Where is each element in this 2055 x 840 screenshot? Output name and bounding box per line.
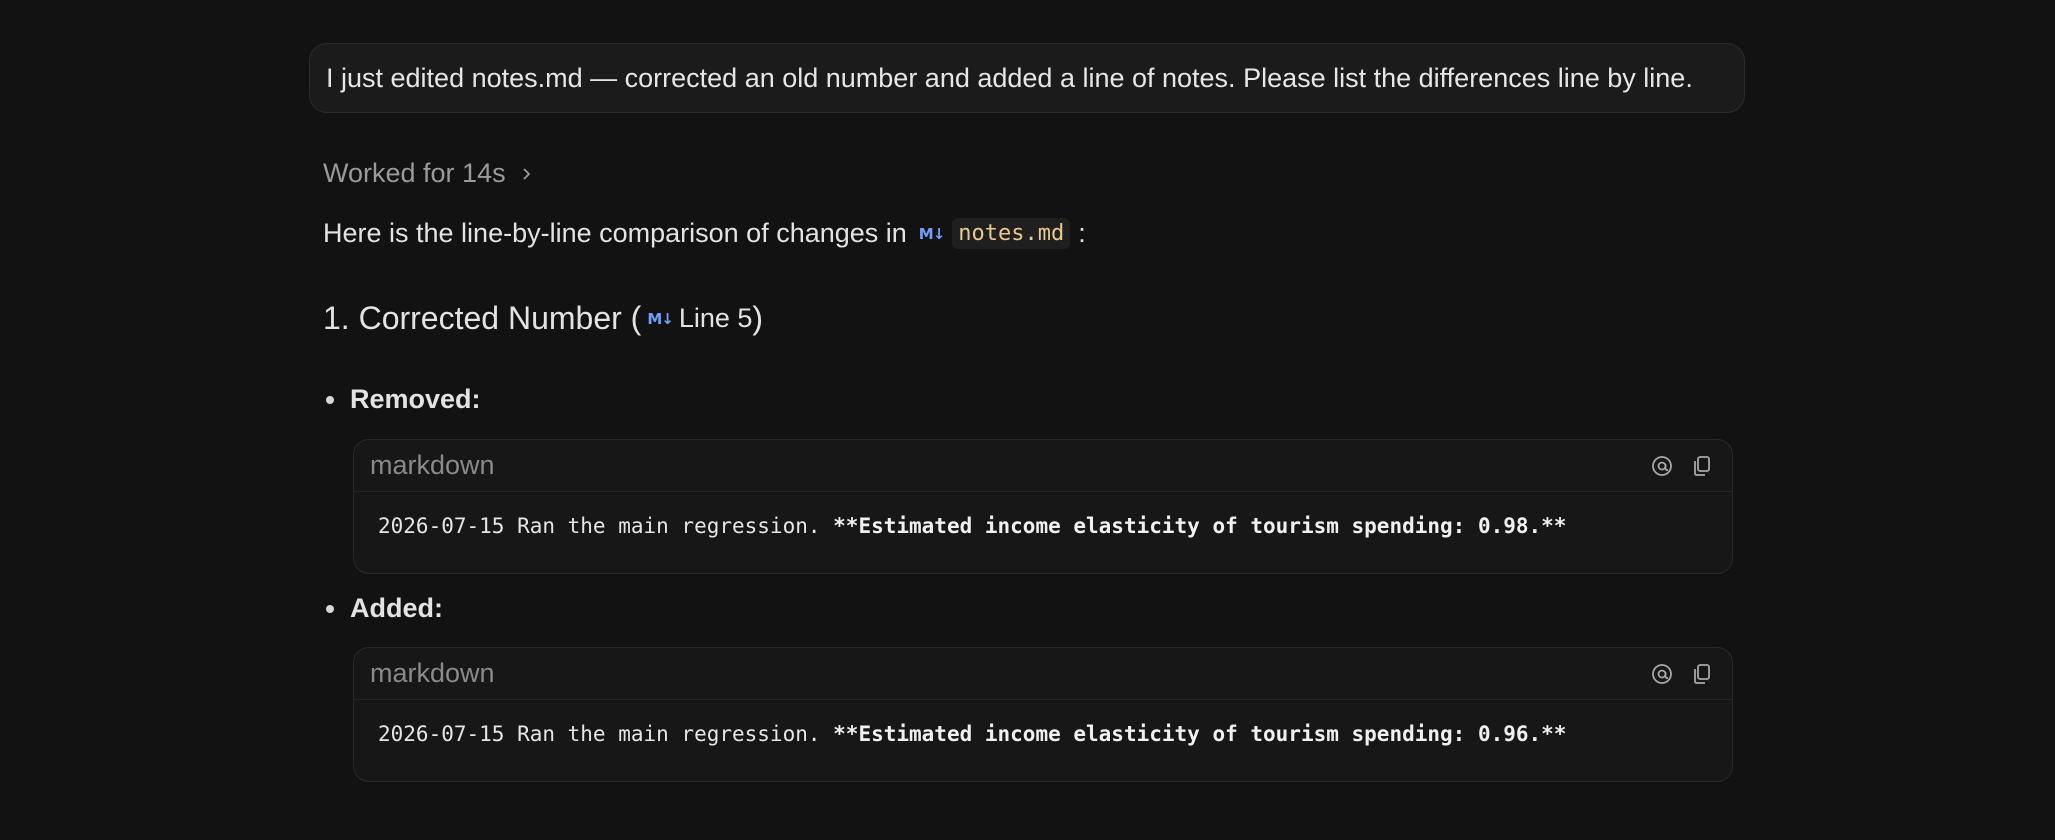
- code-block-removed: markdown 2026-07-15 Ran the main regress…: [353, 439, 1733, 574]
- removed-label: Removed:: [350, 384, 481, 414]
- code-line-prefix: 2026-07-15 Ran the main regression.: [378, 722, 834, 746]
- intro-paragraph: Here is the line-by-line comparison of c…: [323, 218, 1086, 249]
- mention-icon[interactable]: [1650, 662, 1674, 686]
- code-block-header: markdown: [354, 440, 1732, 492]
- code-content: 2026-07-15 Ran the main regression. **Es…: [354, 700, 1732, 746]
- code-language-label: markdown: [370, 658, 495, 688]
- code-block-header: markdown: [354, 648, 1732, 700]
- list-item-added: Added:: [326, 593, 443, 624]
- code-line-bold: **Estimated income elasticity of tourism…: [833, 514, 1567, 538]
- code-content: 2026-07-15 Ran the main regression. **Es…: [354, 492, 1732, 538]
- code-language-label: markdown: [370, 450, 495, 480]
- code-actions: [1650, 454, 1714, 478]
- chat-view: I just edited notes.md — corrected an ol…: [0, 0, 2055, 840]
- copy-icon[interactable]: [1690, 454, 1714, 478]
- section-title: 1. Corrected Number (: [323, 300, 642, 336]
- section-close-paren: ): [752, 300, 764, 336]
- markdown-file-icon: M↓: [918, 224, 945, 243]
- file-name-chip[interactable]: notes.md: [952, 218, 1071, 249]
- intro-suffix: :: [1078, 218, 1086, 248]
- section-heading: 1. Corrected Number ( M↓ Line 5 ): [323, 300, 763, 337]
- mention-icon[interactable]: [1650, 454, 1674, 478]
- worked-for-toggle[interactable]: Worked for 14s: [323, 158, 534, 189]
- chevron-right-icon: [520, 161, 534, 187]
- list-item-removed: Removed:: [326, 384, 481, 415]
- markdown-file-icon: M↓: [647, 309, 673, 328]
- code-block-added: markdown 2026-07-15 Ran the main regress…: [353, 647, 1733, 782]
- added-label: Added:: [350, 593, 443, 623]
- code-actions: [1650, 662, 1714, 686]
- code-line-bold: **Estimated income elasticity of tourism…: [833, 722, 1567, 746]
- line-reference[interactable]: Line 5: [679, 303, 753, 334]
- code-line-prefix: 2026-07-15 Ran the main regression.: [378, 514, 834, 538]
- intro-text: Here is the line-by-line comparison of c…: [323, 218, 907, 248]
- user-message-text: I just edited notes.md — corrected an ol…: [326, 62, 1693, 93]
- bullet-dot: [326, 604, 334, 613]
- bullet-dot: [326, 395, 334, 404]
- worked-for-label: Worked for 14s: [323, 158, 506, 188]
- user-message-bubble: I just edited notes.md — corrected an ol…: [309, 43, 1745, 113]
- copy-icon[interactable]: [1690, 662, 1714, 686]
